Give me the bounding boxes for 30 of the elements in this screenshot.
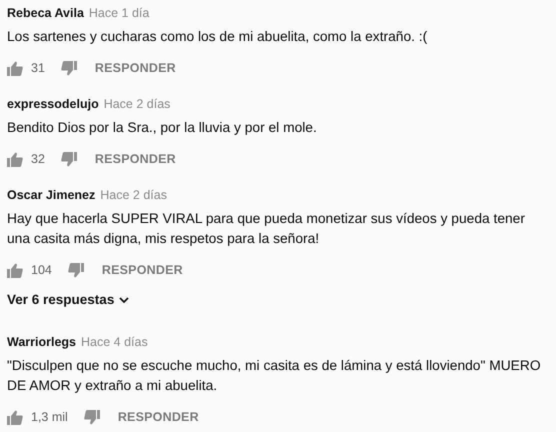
author-name[interactable]: Warriorlegs [7, 332, 76, 352]
like-count: 32 [31, 150, 45, 168]
thumbs-up-icon[interactable] [7, 262, 23, 278]
comment-time[interactable]: Hace 2 días [100, 186, 167, 204]
thumbs-up-icon[interactable] [7, 60, 23, 76]
comment-text: Bendito Dios por la Sra., por la lluvia y por el mole. [7, 119, 318, 137]
reply-button[interactable]: RESPONDER [118, 408, 199, 427]
like-count: 31 [31, 60, 45, 77]
comment-text: Los sartenes y cucharas como los de mi abuelita, como la extraño. :( [7, 28, 428, 46]
comment-time[interactable]: Hace 1 día [88, 4, 150, 22]
comment-time[interactable]: Hace 4 días [81, 332, 148, 352]
author-name[interactable]: expressodelujo [7, 94, 99, 114]
thumbs-down-icon[interactable] [84, 410, 100, 425]
view-replies-button[interactable]: Ver 6 respuestas [7, 290, 130, 310]
comment-text: Hay que hacerla SUPER VIRAL para que pueda monetizar sus vídeos y pueda tener una casita más digna, mis respetos para la señora! [7, 210, 526, 248]
chevron-down-icon [119, 296, 130, 304]
comment-time[interactable]: Hace 2 días [104, 94, 170, 114]
like-count: 1,3 mil [31, 408, 68, 426]
reply-button[interactable]: RESPONDER [102, 260, 183, 280]
like-count: 104 [31, 262, 52, 279]
thumbs-up-icon[interactable] [7, 410, 23, 425]
reply-button[interactable]: RESPONDER [94, 150, 176, 168]
author-name[interactable]: Oscar Jimenez [7, 186, 96, 204]
comment-text: "Disculpen que no se escuche mucho, mi casita es de lámina y está lloviendo" MUERO DE AMOR y extraño a mi abuelita. [7, 357, 542, 396]
thumbs-down-icon[interactable] [68, 262, 84, 278]
thumbs-down-icon[interactable] [60, 152, 77, 166]
reply-button[interactable]: RESPONDER [94, 58, 176, 78]
author-name[interactable]: Rebeca Avila [7, 4, 84, 22]
thumbs-up-icon[interactable] [7, 152, 23, 166]
thumbs-down-icon[interactable] [60, 60, 77, 76]
